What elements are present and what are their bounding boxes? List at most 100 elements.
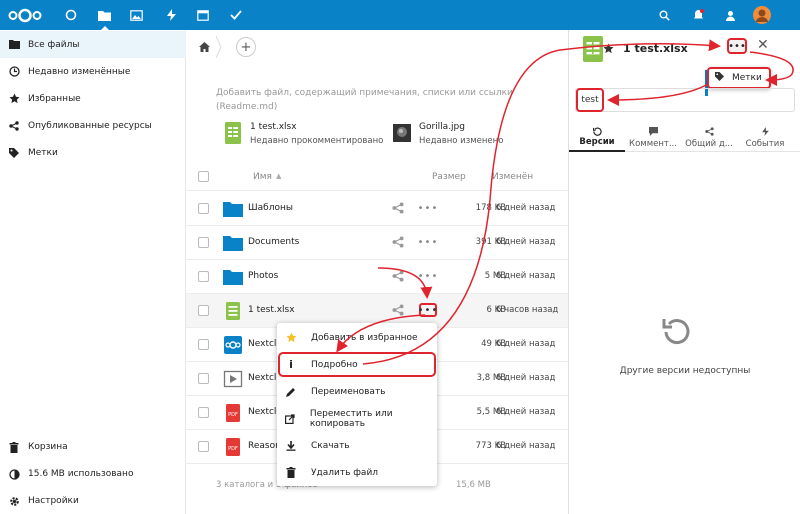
- tags-menu-item[interactable]: Метки: [707, 67, 771, 89]
- close-icon[interactable]: ✕: [757, 37, 769, 53]
- row-checkbox[interactable]: [198, 407, 209, 418]
- info-icon: i: [289, 358, 293, 371]
- file-name[interactable]: Reasor: [248, 441, 279, 451]
- empty-versions-text: Другие версии недоступны: [619, 366, 751, 376]
- file-date: 6 дней назад: [496, 373, 556, 383]
- more-actions-icon[interactable]: •••: [418, 236, 438, 248]
- more-actions-icon[interactable]: •••: [418, 202, 438, 214]
- sidebar-item-settings[interactable]: Настройки: [0, 489, 186, 513]
- tab-label: События: [745, 139, 785, 149]
- sidebar-item-label: Опубликованные ресурсы: [28, 120, 152, 131]
- details-title: 1 test.xlsx: [623, 42, 688, 55]
- pdf-file-icon: PDF: [226, 404, 240, 422]
- column-modified[interactable]: Изменён: [492, 172, 533, 182]
- menu-rename[interactable]: Переименовать: [277, 378, 437, 405]
- readme-placeholder[interactable]: Добавить файл, содержащий примечания, сп…: [216, 86, 516, 114]
- sort-asc-icon: ▲: [276, 172, 282, 180]
- more-actions-icon[interactable]: •••: [418, 270, 438, 282]
- tasks-icon[interactable]: [220, 0, 252, 30]
- sidebar-item-label: Недавно изменённые: [28, 66, 131, 77]
- row-checkbox[interactable]: [198, 237, 209, 248]
- tag-icon: [8, 147, 20, 159]
- file-date: 6 дней назад: [496, 441, 556, 451]
- avatar[interactable]: [750, 0, 774, 30]
- tags-input[interactable]: [575, 88, 795, 112]
- sidebar-item-recent[interactable]: Недавно изменённые: [0, 58, 186, 85]
- activity-icon[interactable]: [155, 0, 187, 30]
- logo-icon[interactable]: [8, 8, 42, 23]
- folder-icon: [8, 39, 20, 51]
- row-checkbox[interactable]: [198, 339, 209, 350]
- more-actions-icon[interactable]: •••: [727, 38, 747, 54]
- row-checkbox[interactable]: [198, 441, 209, 452]
- file-context-menu: Добавить в избранное i Подробно Переимен…: [277, 323, 437, 486]
- menu-details[interactable]: i Подробно: [277, 351, 437, 378]
- search-icon[interactable]: [652, 0, 676, 30]
- share-icon[interactable]: [392, 236, 404, 248]
- sidebar-item-tags[interactable]: Метки: [0, 139, 186, 166]
- calendar-icon[interactable]: [187, 0, 219, 30]
- more-actions-icon[interactable]: •••: [418, 303, 437, 317]
- file-name[interactable]: Шаблоны: [248, 203, 293, 213]
- menu-download[interactable]: Скачать: [277, 432, 437, 459]
- add-new-button[interactable]: +: [236, 37, 256, 57]
- history-icon: [662, 319, 690, 345]
- svg-text:PDF: PDF: [228, 412, 238, 418]
- table-row[interactable]: Шаблоны ••• 178 KB 6 дней назад: [186, 192, 568, 226]
- sidebar-item-trash[interactable]: Корзина: [0, 435, 186, 459]
- tag-chip[interactable]: test: [576, 88, 604, 112]
- select-all-checkbox[interactable]: [198, 171, 209, 182]
- recent-file-card[interactable]: Gorilla.jpg Недавно изменено: [393, 122, 503, 146]
- sidebar-item-shared[interactable]: Опубликованные ресурсы: [0, 112, 186, 139]
- row-checkbox[interactable]: [198, 203, 209, 214]
- download-icon: [285, 440, 297, 452]
- pdf-file-icon: PDF: [226, 438, 240, 456]
- sidebar-item-label: Настройки: [28, 496, 79, 506]
- dashboard-icon[interactable]: [55, 0, 87, 30]
- pencil-icon: [285, 386, 297, 398]
- share-icon: [8, 120, 20, 132]
- history-icon: [592, 126, 602, 136]
- table-row[interactable]: Documents ••• 391 KB 6 дней назад: [186, 226, 568, 260]
- xlsx-file-icon: [226, 302, 240, 320]
- tab-versions[interactable]: Версии: [569, 124, 625, 152]
- file-name[interactable]: Photos: [248, 271, 278, 281]
- share-icon[interactable]: [392, 202, 404, 214]
- menu-add-favorite[interactable]: Добавить в избранное: [277, 324, 437, 351]
- quota-icon: [8, 468, 20, 480]
- share-icon[interactable]: [392, 270, 404, 282]
- file-name[interactable]: 1 test.xlsx: [248, 305, 295, 315]
- home-icon[interactable]: [192, 36, 216, 58]
- row-checkbox[interactable]: [198, 271, 209, 282]
- breadcrumb: +: [192, 36, 256, 58]
- menu-delete[interactable]: Удалить файл: [277, 459, 437, 486]
- share-icon[interactable]: [392, 304, 404, 316]
- tab-sharing[interactable]: Общий д...: [681, 124, 737, 152]
- xlsx-file-icon: [225, 122, 241, 144]
- image-thumbnail: [393, 124, 411, 142]
- sidebar-item-label: Все файлы: [28, 39, 80, 50]
- notifications-icon[interactable]: [686, 0, 710, 30]
- menu-move-copy[interactable]: Переместить или копировать: [277, 405, 437, 432]
- file-date: 6 дней назад: [496, 237, 556, 247]
- files-icon[interactable]: [88, 0, 120, 30]
- file-name[interactable]: Documents: [248, 237, 299, 247]
- column-name[interactable]: Имя: [253, 172, 272, 182]
- sidebar-item-all-files[interactable]: Все файлы: [0, 31, 186, 58]
- row-checkbox[interactable]: [198, 305, 209, 316]
- menu-item-label: Переместить или копировать: [309, 408, 393, 429]
- xlsx-file-icon: [583, 36, 603, 62]
- table-row[interactable]: Photos ••• 5 MB 6 дней назад: [186, 260, 568, 294]
- tab-label: Версии: [579, 137, 615, 147]
- star-icon[interactable]: [603, 43, 614, 54]
- sidebar: Все файлы Недавно изменённые Избранные О…: [0, 30, 186, 514]
- row-checkbox[interactable]: [198, 373, 209, 384]
- tab-activity[interactable]: События: [737, 124, 793, 152]
- recent-file-card[interactable]: 1 test.xlsx Недавно прокомментировано: [224, 122, 383, 146]
- sidebar-item-favorites[interactable]: Избранные: [0, 85, 186, 112]
- settings-icon: [8, 495, 20, 507]
- tab-comments[interactable]: Коммент...: [625, 124, 681, 152]
- contacts-icon[interactable]: [718, 0, 742, 30]
- photos-icon[interactable]: [120, 0, 152, 30]
- column-size[interactable]: Размер: [432, 172, 466, 182]
